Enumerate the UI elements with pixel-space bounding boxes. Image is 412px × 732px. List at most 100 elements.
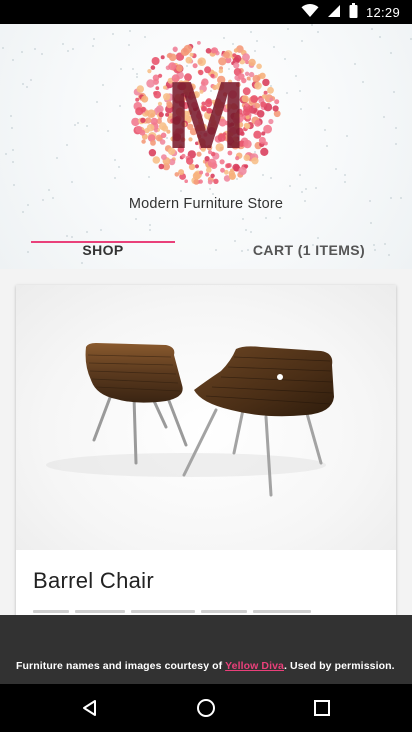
- background-speck: [317, 30, 320, 33]
- background-speck: [92, 45, 95, 48]
- product-description-preview: [33, 610, 311, 613]
- background-speck: [323, 129, 326, 132]
- background-speck: [371, 27, 374, 30]
- background-speck: [299, 89, 302, 92]
- back-icon[interactable]: [76, 694, 104, 722]
- logo-dot: [158, 73, 163, 78]
- background-speck: [74, 123, 77, 126]
- logo-dot: [205, 48, 212, 54]
- logo-dot: [184, 179, 188, 183]
- logo-dot: [152, 156, 161, 164]
- background-speck: [135, 217, 138, 220]
- background-speck: [311, 24, 314, 27]
- recents-icon[interactable]: [308, 694, 336, 722]
- background-speck: [11, 160, 14, 163]
- background-speck: [250, 30, 253, 33]
- background-speck: [344, 173, 347, 176]
- logo-dot: [256, 63, 262, 70]
- logo-dot: [253, 130, 262, 139]
- product-image[interactable]: [16, 285, 396, 550]
- logo-dot: [210, 173, 215, 178]
- background-speck: [65, 143, 68, 146]
- background-speck: [265, 217, 268, 220]
- background-speck: [300, 108, 303, 111]
- background-speck: [149, 224, 152, 227]
- logo-dot: [198, 179, 203, 184]
- logo-dot: [150, 140, 156, 146]
- background-speck: [96, 100, 99, 103]
- logo-dot: [135, 97, 140, 102]
- logo-dot: [268, 118, 274, 125]
- tab-cart-label: CART (1 ITEMS): [252, 242, 366, 258]
- background-speck: [394, 143, 397, 146]
- logo-dot: [205, 172, 210, 177]
- background-speck: [72, 47, 75, 50]
- background-speck: [120, 68, 123, 71]
- store-logo: M: [131, 41, 281, 185]
- background-speck: [1, 46, 4, 49]
- logo-dot: [135, 125, 143, 133]
- logo-dot: [213, 178, 219, 184]
- background-speck: [179, 190, 182, 193]
- logo-dot: [180, 47, 189, 56]
- logo-dot: [145, 117, 152, 124]
- product-title: Barrel Chair: [33, 568, 154, 593]
- logo-dot: [272, 105, 279, 112]
- logo-dot: [147, 69, 152, 74]
- background-speck: [304, 188, 307, 191]
- background-speck: [56, 156, 59, 159]
- logo-dot: [135, 107, 144, 116]
- background-speck: [33, 48, 36, 51]
- background-speck: [211, 193, 214, 196]
- logo-dot: [258, 136, 266, 144]
- app-screen: 12:29 M Modern Furniture Store SHOP CART…: [0, 0, 412, 732]
- chair-illustration: [46, 343, 334, 497]
- background-speck: [107, 130, 110, 133]
- logo-dot: [140, 117, 146, 124]
- snackbar: Furniture names and images courtesy of Y…: [0, 615, 412, 684]
- background-speck: [315, 187, 318, 190]
- yellow-diva-link[interactable]: Yellow Diva: [225, 660, 284, 672]
- background-speck: [10, 115, 13, 118]
- tab-cart[interactable]: CART (1 ITEMS): [206, 232, 412, 268]
- logo-dot: [228, 172, 236, 180]
- logo-dot: [260, 147, 269, 156]
- background-speck: [66, 50, 69, 53]
- logo-dot: [211, 48, 217, 54]
- logo-dot: [263, 90, 268, 95]
- logo-dot: [261, 94, 267, 99]
- home-icon[interactable]: [192, 694, 220, 722]
- logo-letter: M: [166, 62, 246, 169]
- background-speck: [21, 82, 24, 85]
- logo-dot: [155, 105, 164, 113]
- logo-dot: [168, 53, 177, 62]
- logo-dot: [274, 99, 280, 105]
- product-card[interactable]: Barrel Chair: [16, 285, 396, 625]
- status-time: 12:29: [365, 4, 400, 20]
- background-speck: [148, 228, 151, 231]
- background-speck: [118, 104, 121, 107]
- logo-dot: [262, 78, 270, 87]
- logo-dot: [259, 72, 266, 79]
- tab-shop[interactable]: SHOP: [0, 232, 206, 268]
- logo-dot: [252, 74, 261, 83]
- background-speck: [12, 183, 15, 186]
- logo-dot: [248, 58, 256, 67]
- logo-dot: [256, 110, 265, 118]
- background-speck: [92, 37, 95, 40]
- product-list: Barrel Chair: [0, 269, 412, 625]
- logo-dot: [254, 82, 262, 90]
- logo-dot: [174, 172, 180, 177]
- logo-dot: [150, 117, 158, 125]
- navigation-bar: [0, 684, 412, 732]
- background-speck: [299, 174, 302, 177]
- logo-dot: [154, 128, 158, 133]
- logo-dot: [153, 90, 162, 99]
- background-speck: [286, 28, 289, 31]
- background-speck: [114, 159, 117, 162]
- logo-dot: [141, 139, 146, 144]
- background-speck: [11, 149, 14, 152]
- background-speck: [354, 62, 357, 65]
- logo-dot: [222, 51, 230, 59]
- background-speck: [289, 184, 292, 187]
